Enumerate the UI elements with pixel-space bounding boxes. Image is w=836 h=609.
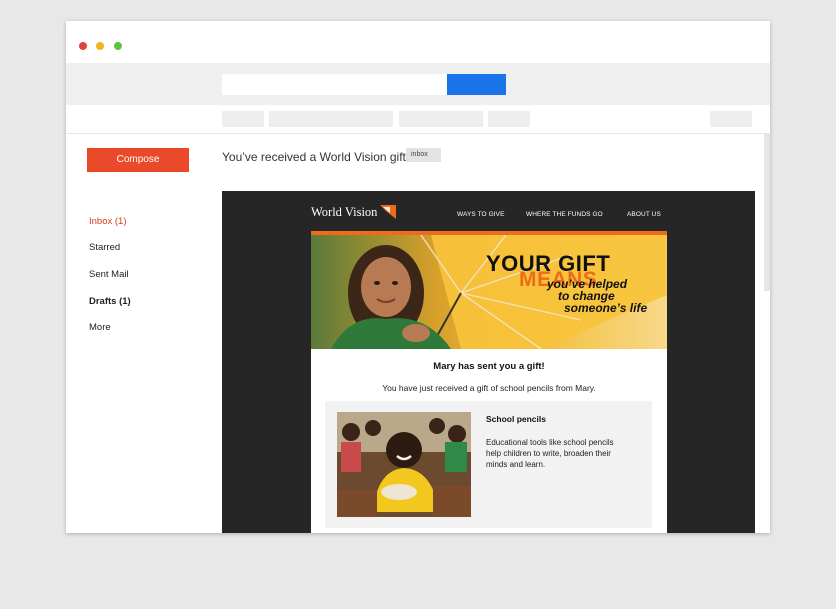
sidebar-item-starred[interactable]: Starred — [89, 242, 120, 253]
card-title: School pencils — [486, 414, 546, 424]
sidebar-item-inbox[interactable]: Inbox (1) — [89, 216, 127, 227]
card-description: Educational tools like school pencils he… — [486, 438, 614, 469]
gift-subtitle: You have just received a gift of school … — [382, 383, 596, 393]
inbox-label-badge[interactable]: inbox — [406, 148, 441, 162]
email-nav-about-us[interactable]: ABOUT US — [627, 211, 661, 218]
sidebar-item-sent-mail[interactable]: Sent Mail — [89, 269, 129, 280]
message-view: You’ve received a World Vision gift inbo… — [216, 134, 770, 533]
toolbar-button-6[interactable] — [488, 111, 530, 127]
scrollbar[interactable] — [764, 134, 770, 291]
school-children-photo — [337, 412, 471, 517]
toolbar-button-3[interactable] — [311, 111, 393, 127]
compose-button[interactable]: Compose — [87, 148, 189, 172]
toolbar — [66, 105, 770, 134]
sidebar-item-more[interactable]: More — [89, 322, 111, 333]
toolbar-button-2[interactable] — [269, 111, 311, 127]
toolbar-button-5[interactable] — [441, 111, 483, 127]
mail-window: Compose Inbox (1) Starred Sent Mail Draf… — [66, 21, 770, 533]
world-vision-logo[interactable]: World Vision — [311, 205, 377, 220]
email-nav-where-funds-go[interactable]: WHERE THE FUNDS GO — [526, 211, 603, 218]
hero-banner: YOUR GIFT MEANS you’ve helped to change … — [311, 235, 667, 349]
email-message-area: Mary has sent you a gift! You have just … — [311, 349, 667, 533]
email-body: World Vision WAYS TO GIVE WHERE THE FUND… — [222, 191, 755, 533]
minimize-window-button[interactable] — [96, 42, 104, 50]
sidebar: Compose Inbox (1) Starred Sent Mail Draf… — [66, 134, 216, 533]
title-bar — [66, 21, 770, 63]
email-content: World Vision WAYS TO GIVE WHERE THE FUND… — [311, 191, 667, 533]
hero-line-life: someone’s life — [564, 301, 648, 315]
sidebar-item-drafts[interactable]: Drafts (1) — [89, 296, 131, 307]
gift-title: Mary has sent you a gift! — [433, 361, 545, 372]
gift-card: School pencils Educational tools like sc… — [325, 401, 652, 528]
toolbar-button-1[interactable] — [222, 111, 264, 127]
email-nav-ways-to-give[interactable]: WAYS TO GIVE — [457, 211, 505, 218]
search-button[interactable] — [447, 74, 506, 95]
toolbar-button-4[interactable] — [399, 111, 441, 127]
search-bar — [66, 63, 770, 105]
toolbar-button-settings[interactable] — [710, 111, 752, 127]
maximize-window-button[interactable] — [114, 42, 122, 50]
message-subject: You’ve received a World Vision gift — [222, 150, 406, 164]
close-window-button[interactable] — [79, 42, 87, 50]
world-vision-flag-icon — [380, 205, 396, 219]
search-input[interactable] — [222, 74, 447, 95]
